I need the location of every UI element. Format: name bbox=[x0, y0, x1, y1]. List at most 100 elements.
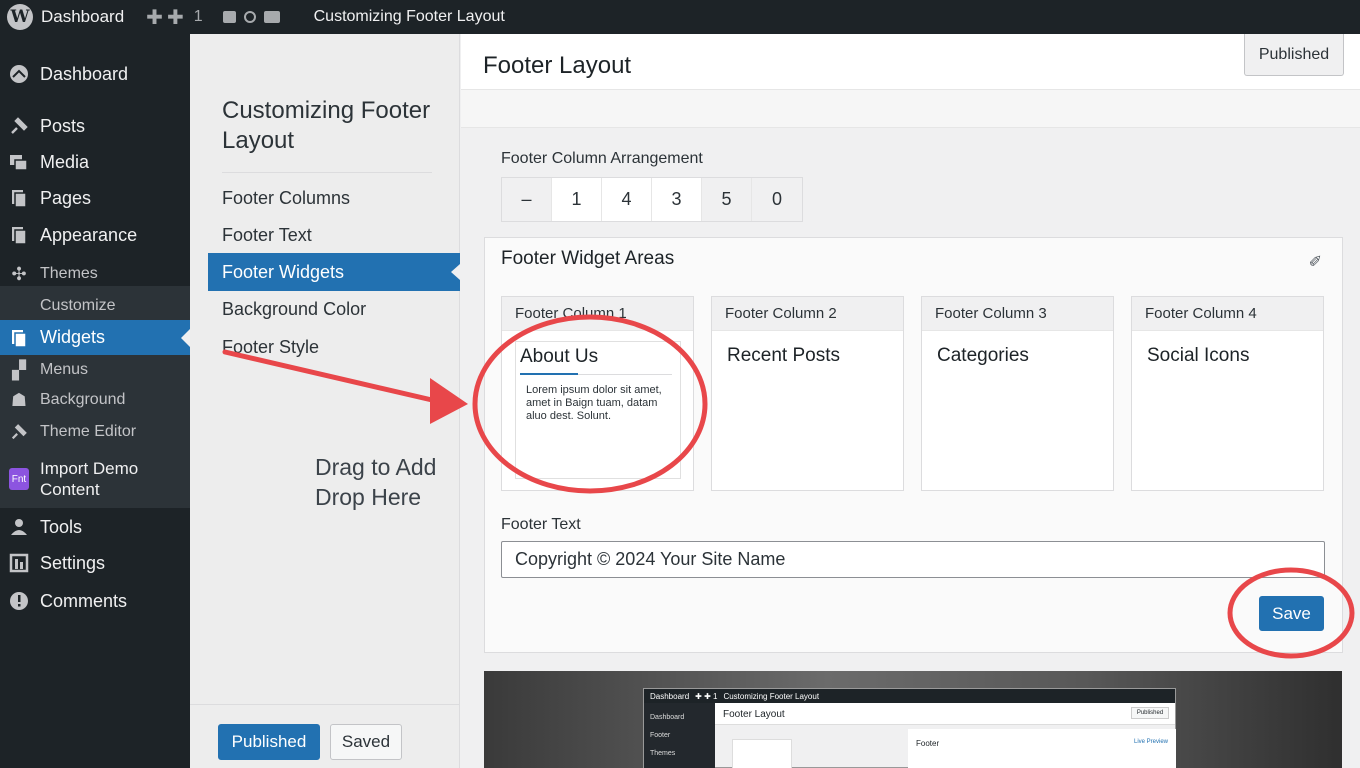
menu-item-widgets[interactable]: Widgets bbox=[0, 320, 190, 355]
header-strip bbox=[461, 90, 1360, 128]
menu-item-appearance[interactable]: Appearance bbox=[0, 217, 190, 253]
widget-title-underline bbox=[520, 373, 578, 375]
footer-column-4[interactable]: Footer Column 4 Social Icons bbox=[1131, 296, 1324, 491]
preview-live-link: Live Preview bbox=[1133, 739, 1168, 745]
section-footer-columns[interactable]: Footer Columns bbox=[208, 179, 460, 217]
saved-button[interactable]: Saved bbox=[330, 724, 402, 760]
menu-item-label: Settings bbox=[40, 552, 106, 573]
media-icon bbox=[9, 152, 29, 172]
arrangement-selector: – 1 4 3 5 0 bbox=[501, 177, 803, 222]
menu-item-menus[interactable]: ▞ Menus bbox=[0, 354, 190, 386]
about-us-widget[interactable]: About Us Lorem ipsum dolor sit amet, ame… bbox=[515, 341, 681, 479]
footer-text-input[interactable] bbox=[501, 541, 1325, 578]
arrangement-label: Footer Column Arrangement bbox=[501, 150, 703, 167]
appearance-icon bbox=[9, 225, 29, 245]
preview-sidebar: Dashboard Footer Themes bbox=[644, 703, 715, 768]
preview-side-item: Themes bbox=[650, 750, 676, 757]
comment-icon[interactable] bbox=[222, 11, 236, 23]
section-footer-text[interactable]: Footer Text bbox=[208, 216, 460, 254]
customizer-panel: Customizing Footer Layout Footer Columns… bbox=[190, 34, 460, 768]
widget-title[interactable]: Recent Posts bbox=[727, 345, 840, 367]
menu-item-tools[interactable]: Tools bbox=[0, 509, 190, 545]
plus-icon: ✚ bbox=[166, 6, 184, 29]
menu-item-media[interactable]: Media bbox=[0, 144, 190, 180]
circle-icon[interactable] bbox=[243, 11, 256, 23]
arrangement-option[interactable]: 0 bbox=[752, 178, 802, 221]
menu-item-label: Posts bbox=[40, 115, 86, 136]
menu-item-themes[interactable]: ✣ Themes bbox=[0, 258, 190, 290]
menu-item-customize[interactable]: Customize bbox=[0, 290, 190, 322]
preview-screen: Dashboard ✚ ✚ 1 Customizing Footer Layou… bbox=[643, 688, 1176, 768]
footer-text-label: Footer Text bbox=[501, 516, 581, 533]
section-footer-widgets[interactable]: Footer Widgets bbox=[208, 253, 460, 291]
arrangement-option[interactable]: 3 bbox=[652, 178, 702, 221]
preview-thumbnail: Dashboard ✚ ✚ 1 Customizing Footer Layou… bbox=[484, 671, 1342, 768]
menu-item-label: Customize bbox=[40, 297, 116, 314]
preview-bar-title: Customizing Footer Layout bbox=[723, 691, 820, 701]
widget-title[interactable]: Social Icons bbox=[1147, 345, 1249, 367]
menu-item-label: Import Demo Content bbox=[40, 459, 139, 499]
admin-bar-site[interactable]: Dashboard bbox=[41, 7, 124, 27]
background-icon: ☗ bbox=[10, 389, 28, 410]
tools-icon bbox=[9, 517, 29, 537]
section-label: Footer Widgets bbox=[222, 261, 345, 282]
editor-icon bbox=[9, 422, 29, 442]
arrangement-option[interactable]: – bbox=[502, 178, 552, 221]
menu-item-label: Background bbox=[40, 391, 126, 408]
media-icon[interactable] bbox=[263, 11, 280, 23]
settings-icon bbox=[9, 553, 29, 573]
admin-bar: W Dashboard ✚ ✚ 1 Customizing Footer Lay… bbox=[0, 0, 1360, 34]
widget-text: Lorem ipsum dolor sit amet, amet in Baig… bbox=[526, 384, 662, 422]
section-label: Footer Text bbox=[222, 224, 312, 245]
arrangement-option[interactable]: 1 bbox=[552, 178, 602, 221]
menu-item-posts[interactable]: Posts bbox=[0, 108, 190, 144]
preview-header: Footer Layout Published bbox=[715, 703, 1175, 725]
preview-footer-label: Footer bbox=[916, 739, 940, 748]
menu-item-comments[interactable]: Comments bbox=[0, 583, 190, 619]
customizer-footer: Published Saved bbox=[190, 704, 459, 768]
footer-column-1[interactable]: Footer Column 1 About Us Lorem ipsum dol… bbox=[501, 296, 694, 491]
menu-item-label: Dashboard bbox=[40, 63, 129, 84]
arrangement-option[interactable]: 4 bbox=[602, 178, 652, 221]
column-header: Footer Column 2 bbox=[712, 297, 903, 331]
menu-item-pages[interactable]: Pages bbox=[0, 180, 190, 216]
edit-tool-icon[interactable]: ✐ bbox=[1309, 252, 1322, 272]
footer-column-2[interactable]: Footer Column 2 Recent Posts bbox=[711, 296, 904, 491]
menu-item-label: Comments bbox=[40, 590, 128, 611]
drag-hint-line: Drop Here bbox=[315, 484, 422, 510]
import-plugin-icon: Fnt bbox=[9, 468, 29, 490]
admin-bar-page-title: Customizing Footer Layout bbox=[313, 8, 505, 25]
saved-button-label: Saved bbox=[341, 732, 391, 751]
widget-areas-title: Footer Widget Areas bbox=[501, 248, 675, 269]
comments-icon bbox=[9, 591, 29, 611]
published-button[interactable]: Published bbox=[218, 724, 320, 760]
menu-item-label: Theme Editor bbox=[40, 423, 137, 440]
admin-bar-icons[interactable] bbox=[222, 11, 280, 23]
save-button[interactable]: Save bbox=[1259, 596, 1324, 631]
preview-card bbox=[732, 739, 792, 768]
menu-item-settings[interactable]: Settings bbox=[0, 545, 190, 581]
menu-item-background[interactable]: ☗ Background bbox=[0, 384, 190, 416]
widget-title[interactable]: Categories bbox=[937, 345, 1029, 367]
customizer-title: Customizing Footer Layout bbox=[222, 97, 431, 154]
page-title: Footer Layout bbox=[483, 52, 632, 79]
save-button-label: Save bbox=[1272, 603, 1311, 623]
menu-item-import-demo[interactable]: Fnt Import Demo Content bbox=[0, 452, 190, 506]
main-header: Footer Layout Published bbox=[461, 34, 1360, 90]
preview-panel: Footer Live Preview bbox=[908, 729, 1176, 768]
header-published-button[interactable]: Published bbox=[1244, 34, 1344, 76]
menu-item-label: Widgets bbox=[40, 327, 106, 347]
section-footer-style[interactable]: Footer Style bbox=[208, 328, 460, 366]
arrangement-option[interactable]: 5 bbox=[702, 178, 752, 221]
menu-item-dashboard[interactable]: Dashboard bbox=[0, 56, 190, 92]
menu-item-theme-editor[interactable]: Theme Editor bbox=[0, 416, 190, 448]
column-header: Footer Column 3 bbox=[922, 297, 1113, 331]
admin-bar-new[interactable]: ✚ ✚ 1 bbox=[146, 5, 202, 30]
preview-admin-bar: Dashboard ✚ ✚ 1 Customizing Footer Layou… bbox=[644, 689, 1175, 703]
wordpress-logo-icon[interactable]: W bbox=[7, 4, 33, 30]
section-background-color[interactable]: Background Color bbox=[208, 290, 460, 328]
widgets-icon bbox=[9, 328, 29, 348]
pin-icon bbox=[9, 116, 29, 136]
footer-column-3[interactable]: Footer Column 3 Categories bbox=[921, 296, 1114, 491]
menus-icon: ▞ bbox=[12, 359, 26, 380]
